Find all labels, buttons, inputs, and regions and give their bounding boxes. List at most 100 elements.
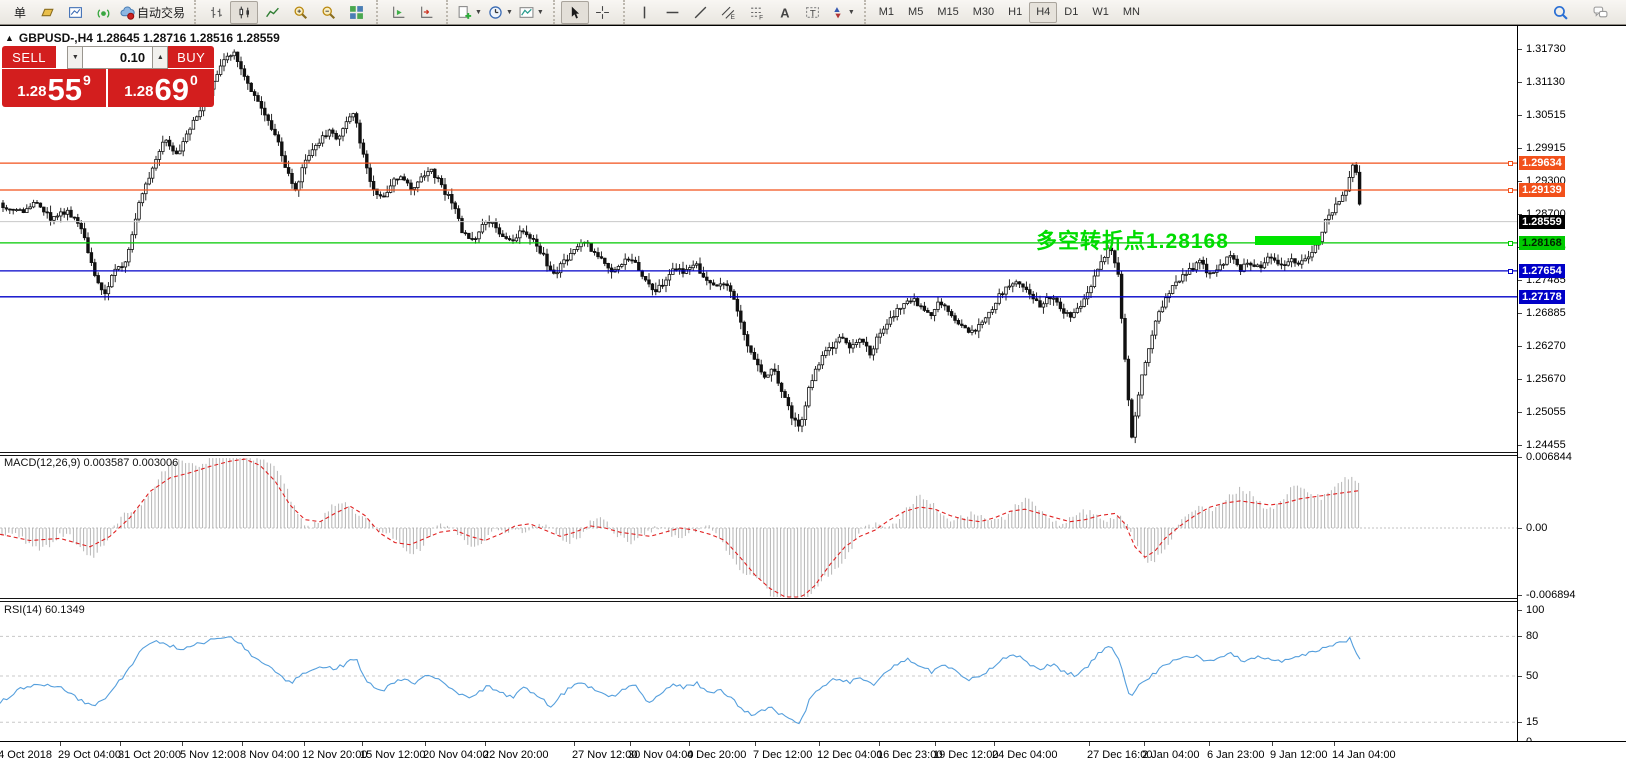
tile-windows-button[interactable] xyxy=(342,1,370,24)
time-label: 12 Dec 04:00 xyxy=(817,749,882,761)
tf-h4-button[interactable]: H4 xyxy=(1029,2,1057,23)
candlestick-button[interactable] xyxy=(230,1,258,24)
time-tickmark xyxy=(1089,742,1090,746)
zoom-out-icon xyxy=(321,5,336,20)
bar-chart-icon xyxy=(209,5,224,20)
price-axis[interactable]: 1.317301.311301.305151.299151.293001.287… xyxy=(1517,26,1626,770)
price-tick: 1.24455 xyxy=(1526,439,1566,451)
periods-dropdown-icon[interactable]: ▼ xyxy=(506,9,513,16)
toolbar: 单 自动交易 ▼ ▼ ▼ E F AT ▼ M1M5M15M30H1H4D1W1MN xyxy=(0,0,1626,25)
sell-price-main: 55 xyxy=(47,75,81,104)
sell-price[interactable]: 1.28 55 9 xyxy=(2,69,106,107)
pane-splitter-rsi[interactable] xyxy=(0,598,1626,602)
rsi-tick-tickmark xyxy=(1518,636,1522,637)
signals-button[interactable] xyxy=(89,1,117,24)
time-label: 5 Nov 12:00 xyxy=(180,749,239,761)
fibonacci-button[interactable]: F xyxy=(743,1,771,24)
zoom-in-icon xyxy=(293,5,308,20)
time-label: 24 Oct 2018 xyxy=(0,749,52,761)
tf-mn-button[interactable]: MN xyxy=(1116,2,1147,23)
pivot-annotation-text[interactable]: 多空转折点1.28168 xyxy=(1036,225,1229,255)
tf-h1-button[interactable]: H1 xyxy=(1001,2,1029,23)
sell-button[interactable]: SELL xyxy=(2,46,56,69)
svg-text:E: E xyxy=(731,13,735,19)
horizontal-line-button[interactable] xyxy=(659,1,687,24)
time-label: 8 Nov 04:00 xyxy=(240,749,299,761)
volume-down-button[interactable]: ▼ xyxy=(67,46,83,69)
rsi-label: RSI(14) 60.1349 xyxy=(4,604,85,616)
svg-text:F: F xyxy=(760,14,764,20)
toolbar-group-timeframes: M1M5M15M30H1H4D1W1MN xyxy=(864,0,1150,24)
tf-w1-button[interactable]: W1 xyxy=(1085,2,1116,23)
text-button[interactable]: A xyxy=(771,1,799,24)
buy-price-prefix: 1.28 xyxy=(124,83,153,100)
zoom-out-button[interactable] xyxy=(314,1,342,24)
level-handle[interactable] xyxy=(1508,241,1513,246)
price-tick-tickmark xyxy=(1518,280,1522,281)
market-watch-button[interactable] xyxy=(33,1,61,24)
equidistant-channel-button[interactable]: E xyxy=(715,1,743,24)
tf-m1-button[interactable]: M1 xyxy=(872,2,901,23)
indicators-button[interactable]: ▼ xyxy=(454,1,485,24)
chart-canvas[interactable] xyxy=(0,26,1517,770)
text-label-button[interactable]: T xyxy=(799,1,827,24)
collapse-marker-icon[interactable]: ▲ xyxy=(5,33,14,43)
autotrading-button[interactable]: 自动交易 xyxy=(117,1,188,24)
price-tick: 1.26270 xyxy=(1526,340,1566,352)
zoom-in-button[interactable] xyxy=(286,1,314,24)
time-tickmark xyxy=(60,742,61,746)
periods-button[interactable]: ▼ xyxy=(485,1,516,24)
vertical-line-button[interactable] xyxy=(631,1,659,24)
auto-scroll-button[interactable] xyxy=(384,1,412,24)
volume-field[interactable]: 0.10 xyxy=(83,46,152,69)
templates-dropdown-icon[interactable]: ▼ xyxy=(537,9,544,16)
new-order-partial-label: 单 xyxy=(14,4,26,21)
buy-button[interactable]: BUY xyxy=(168,46,214,69)
tf-m5-button[interactable]: M5 xyxy=(901,2,930,23)
level-badge: 1.27178 xyxy=(1519,290,1565,304)
cursor-button[interactable] xyxy=(561,1,589,24)
tf-m30-button[interactable]: M30 xyxy=(966,2,1001,23)
tf-d1-button[interactable]: D1 xyxy=(1057,2,1085,23)
time-label: 14 Jan 04:00 xyxy=(1332,749,1396,761)
macd-pane xyxy=(0,458,1517,597)
rsi-tick-tickmark xyxy=(1518,610,1522,611)
level-handle[interactable] xyxy=(1508,161,1513,166)
templates-button[interactable]: ▼ xyxy=(516,1,547,24)
new-chart-button[interactable] xyxy=(61,1,89,24)
toolbar-right xyxy=(1546,1,1624,24)
new-chart-icon xyxy=(68,5,83,20)
price-tick-tickmark xyxy=(1518,49,1522,50)
new-order-partial-button[interactable]: 单 xyxy=(5,1,33,24)
time-tickmark xyxy=(574,742,575,746)
chart-shift-button[interactable] xyxy=(412,1,440,24)
level-badge: 1.29634 xyxy=(1519,156,1565,170)
tf-m15-button[interactable]: M15 xyxy=(930,2,965,23)
time-tickmark xyxy=(994,742,995,746)
time-tickmark xyxy=(242,742,243,746)
trend-line-button[interactable] xyxy=(687,1,715,24)
time-axis[interactable]: 24 Oct 201829 Oct 04:0031 Oct 20:005 Nov… xyxy=(0,741,1626,771)
crosshair-button[interactable] xyxy=(589,1,617,24)
level-handle[interactable] xyxy=(1508,269,1513,274)
buy-price[interactable]: 1.28 69 0 xyxy=(108,69,214,107)
arrows-button[interactable]: ▼ xyxy=(827,1,858,24)
current-price-badge: 1.28559 xyxy=(1519,215,1565,229)
volume-up-button[interactable]: ▲ xyxy=(152,46,168,69)
level-lines xyxy=(0,163,1517,297)
rsi-tick: 80 xyxy=(1526,630,1538,642)
candlestick-icon xyxy=(237,5,252,20)
arrows-icon xyxy=(830,5,845,20)
time-tickmark xyxy=(120,742,121,746)
macd-tick-tickmark xyxy=(1518,595,1522,596)
price-tick-tickmark xyxy=(1518,346,1522,347)
arrows-dropdown-icon[interactable]: ▼ xyxy=(848,9,855,16)
bar-chart-button[interactable] xyxy=(202,1,230,24)
line-chart-button[interactable] xyxy=(258,1,286,24)
search-button[interactable] xyxy=(1546,1,1574,24)
pane-splitter-macd[interactable] xyxy=(0,452,1626,456)
price-tick: 1.30515 xyxy=(1526,109,1566,121)
indicators-dropdown-icon[interactable]: ▼ xyxy=(475,9,482,16)
level-handle[interactable] xyxy=(1508,188,1513,193)
chat-button[interactable] xyxy=(1586,1,1614,24)
